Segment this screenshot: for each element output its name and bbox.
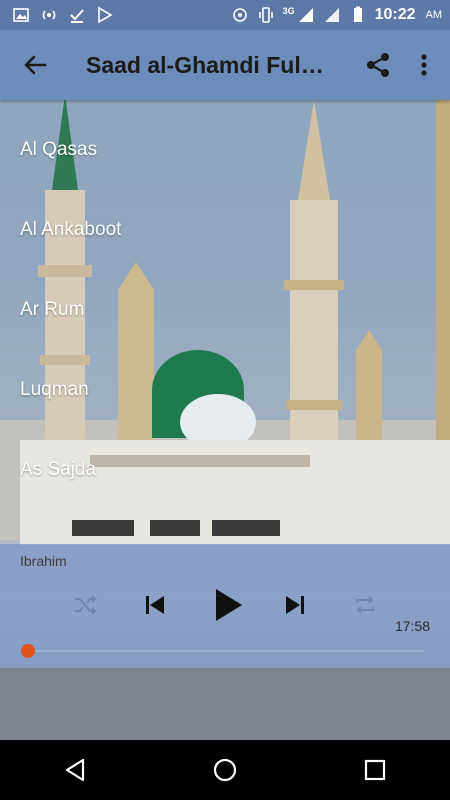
- play-store-icon: [98, 6, 113, 24]
- vibrate-icon: [258, 7, 273, 23]
- back-arrow-icon[interactable]: [20, 50, 50, 80]
- list-item-label: As Sajda: [20, 459, 97, 480]
- gallery-icon: [13, 8, 29, 22]
- repeat-icon[interactable]: [352, 592, 378, 618]
- previous-icon[interactable]: [142, 592, 168, 618]
- list-item-label: Al Ankaboot: [20, 219, 122, 240]
- play-icon[interactable]: [210, 586, 246, 624]
- next-icon[interactable]: [282, 592, 308, 618]
- nav-home-icon[interactable]: [211, 756, 239, 784]
- download-done-icon: [70, 9, 84, 23]
- share-icon[interactable]: [364, 51, 392, 79]
- more-options-icon[interactable]: [414, 51, 434, 79]
- nav-back-icon[interactable]: [61, 756, 89, 784]
- shuffle-icon[interactable]: [72, 592, 98, 618]
- page-title: Saad al-Ghamdi Full Quran: [86, 51, 326, 78]
- list-item[interactable]: As Sajda: [0, 430, 450, 510]
- audio-player: Ibrahim 17:58: [0, 544, 450, 668]
- track-duration: 17:58: [394, 618, 430, 634]
- list-item[interactable]: Ar Rum: [0, 270, 450, 350]
- now-playing-title: Ibrahim: [20, 553, 67, 569]
- status-bar: 3G 10:22 AM: [0, 0, 450, 30]
- battery-icon: [353, 6, 362, 22]
- clock-ampm: AM: [425, 9, 443, 21]
- list-item-label: Luqman: [20, 379, 89, 400]
- list-item-label: Al Qasas: [20, 139, 98, 160]
- cell-signal-icon: [298, 8, 313, 22]
- seek-bar[interactable]: [28, 650, 424, 652]
- clock-time: 10:22: [374, 6, 416, 23]
- list-item[interactable]: Al Qasas: [0, 110, 450, 190]
- seek-thumb[interactable]: [21, 644, 35, 658]
- hotspot-icon: [42, 10, 56, 20]
- cell-signal-2-icon: [324, 8, 339, 22]
- network-type-label: 3G: [282, 6, 295, 16]
- nav-recents-icon[interactable]: [361, 756, 389, 784]
- list-item-label: Ar Rum: [20, 299, 85, 320]
- wifi-signal-icon: [232, 8, 247, 22]
- surah-list: Al Qasas Al Ankaboot Ar Rum Luqman As Sa…: [0, 110, 450, 510]
- app-bar: Saad al-Ghamdi Full Quran: [0, 30, 450, 100]
- list-item[interactable]: Luqman: [0, 350, 450, 430]
- list-item[interactable]: Al Ankaboot: [0, 190, 450, 270]
- navigation-bar: [0, 740, 450, 800]
